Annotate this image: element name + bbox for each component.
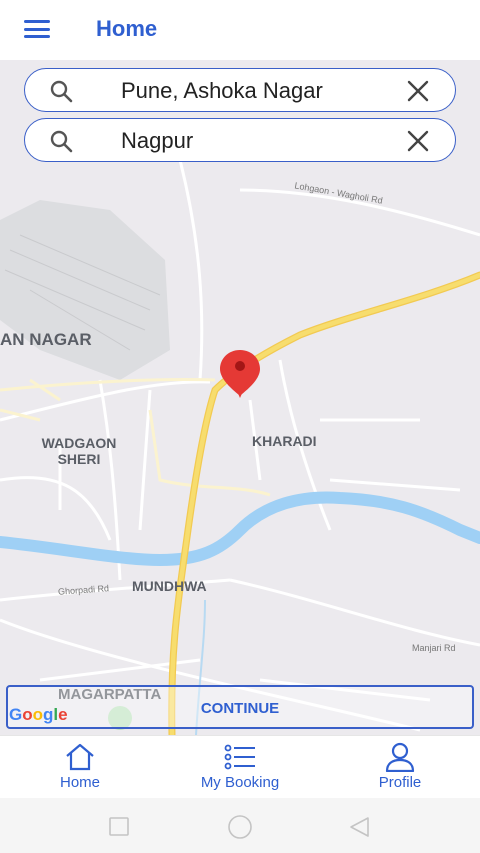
close-icon[interactable] bbox=[407, 130, 429, 152]
square-icon[interactable] bbox=[108, 816, 130, 838]
continue-button-label: CONTINUE bbox=[200, 700, 280, 717]
origin-input[interactable] bbox=[121, 77, 361, 105]
map-road-label: Manjari Rd bbox=[412, 643, 456, 653]
close-icon[interactable] bbox=[407, 80, 429, 102]
map-area-label: MUNDHWA bbox=[132, 578, 207, 594]
circle-icon[interactable] bbox=[227, 814, 253, 840]
continue-button[interactable]: CONTINUE bbox=[6, 685, 474, 729]
triangle-back-icon[interactable] bbox=[348, 816, 370, 838]
map-area-label: WADGAON SHERI bbox=[41, 435, 117, 467]
origin-search-field[interactable] bbox=[24, 68, 456, 112]
home-icon bbox=[66, 743, 94, 771]
bottom-navigation: Home My Booking Profile bbox=[0, 735, 480, 798]
nav-item-label: My Booking bbox=[200, 774, 280, 791]
nav-item-label: Home bbox=[59, 774, 100, 791]
google-logo: Google bbox=[9, 705, 68, 724]
profile-icon bbox=[385, 742, 415, 772]
system-navigation-bar bbox=[0, 798, 480, 853]
page-title: Home bbox=[96, 16, 158, 41]
nav-item-home[interactable]: Home bbox=[0, 736, 160, 799]
nav-item-label: Profile bbox=[378, 774, 422, 791]
map-area-label: KHARADI bbox=[252, 433, 317, 449]
nav-item-my-booking[interactable]: My Booking bbox=[160, 736, 320, 799]
list-icon bbox=[224, 744, 255, 770]
map-pin-icon[interactable] bbox=[220, 350, 260, 398]
map-area-label: AN NAGAR bbox=[0, 330, 92, 349]
search-icon bbox=[50, 80, 73, 103]
app-bar: Home bbox=[0, 0, 480, 60]
nav-item-profile[interactable]: Profile bbox=[320, 736, 480, 799]
hamburger-menu-icon[interactable] bbox=[24, 20, 50, 38]
destination-search-field[interactable] bbox=[24, 118, 456, 162]
destination-input[interactable] bbox=[121, 127, 361, 155]
search-icon bbox=[50, 130, 73, 153]
